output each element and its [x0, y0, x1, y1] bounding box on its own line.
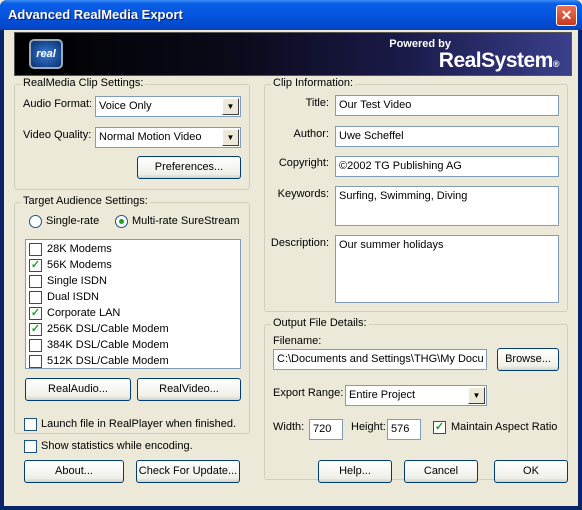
audience-label: Corporate LAN [47, 307, 121, 319]
window-title: Advanced RealMedia Export [8, 7, 183, 22]
audience-checkbox[interactable] [29, 243, 42, 256]
height-value: 576 [391, 423, 410, 435]
chevron-down-icon[interactable]: ▼ [222, 129, 239, 146]
target-audience-label: Target Audience Settings: [21, 195, 150, 207]
brand-mark: ® [552, 59, 560, 69]
close-button[interactable]: ✕ [556, 5, 577, 26]
launch-realplayer-label[interactable]: Launch file in RealPlayer when finished. [41, 418, 236, 430]
show-statistics-label[interactable]: Show statistics while encoding. [41, 440, 193, 452]
width-value: 720 [313, 423, 332, 435]
audience-label: 56K Modems [47, 259, 112, 271]
brand-name: RealSystem [438, 49, 554, 72]
audio-format-label: Audio Format: [23, 98, 93, 110]
single-rate-label[interactable]: Single-rate [46, 215, 99, 227]
audio-format-value: Voice Only [99, 100, 152, 112]
audio-format-select[interactable]: Voice Only ▼ [95, 96, 241, 117]
video-quality-select[interactable]: Normal Motion Video ▼ [95, 127, 241, 148]
dialog-client-area: real Powered by RealSystem® RealMedia Cl… [4, 30, 578, 506]
audience-checkbox[interactable] [29, 275, 42, 288]
target-audience-list[interactable]: 28K Modems ✓ 56K Modems Single ISDN Dual ISD… [25, 239, 241, 369]
description-label: Description: [270, 237, 329, 249]
audience-checkbox[interactable] [29, 355, 42, 368]
export-range-select[interactable]: Entire Project ▼ [345, 385, 487, 406]
description-field[interactable]: Our summer holidays [335, 235, 559, 303]
title-label: Title: [305, 97, 329, 109]
realvideo-button[interactable]: RealVideo... [137, 378, 241, 401]
real-logo: real [29, 39, 63, 69]
export-dialog-window: Advanced RealMedia Export ✕ real Powered… [0, 0, 582, 510]
filename-label: Filename: [273, 335, 322, 347]
audience-label: 28K Modems [47, 243, 112, 255]
clip-settings-label: RealMedia Clip Settings: [21, 77, 146, 89]
title-field[interactable]: Our Test Video [335, 95, 559, 116]
cancel-button[interactable]: Cancel [404, 460, 478, 483]
realsystem-brand: RealSystem® [438, 49, 560, 73]
clip-information-group: Clip Information: Title: Our Test Video … [264, 77, 568, 312]
audience-label: Dual ISDN [47, 291, 99, 303]
audience-checkbox[interactable]: ✓ [29, 259, 42, 272]
description-value: Our summer holidays [339, 239, 444, 251]
audience-checkbox[interactable] [29, 291, 42, 304]
keywords-label: Keywords: [277, 188, 329, 200]
browse-button[interactable]: Browse... [497, 348, 559, 371]
chevron-down-icon[interactable]: ▼ [468, 387, 485, 404]
filename-field[interactable]: C:\Documents and Settings\THG\My Docu [273, 349, 487, 370]
chevron-down-icon[interactable]: ▼ [222, 98, 239, 115]
author-field[interactable]: Uwe Scheffel [335, 126, 559, 147]
height-field[interactable]: 576 [387, 419, 421, 440]
author-value: Uwe Scheffel [339, 130, 404, 142]
width-label: Width: [273, 421, 305, 433]
author-label: Author: [293, 128, 329, 140]
copyright-value: ©2002 TG Publishing AG [339, 160, 462, 172]
preferences-button[interactable]: Preferences... [137, 156, 241, 179]
help-button[interactable]: Help... [318, 460, 392, 483]
maintain-aspect-checkbox[interactable]: ✓ [433, 421, 446, 434]
audience-checkbox[interactable]: ✓ [29, 323, 42, 336]
video-quality-label: Video Quality: [23, 129, 92, 141]
multi-rate-radio[interactable] [115, 215, 128, 228]
target-audience-group: Target Audience Settings: Single-rate Mu… [14, 195, 250, 434]
single-rate-radio[interactable] [29, 215, 42, 228]
video-quality-value: Normal Motion Video [99, 131, 202, 143]
audience-label: 256K DSL/Cable Modem [47, 323, 169, 335]
about-button[interactable]: About... [24, 460, 124, 483]
filename-value: C:\Documents and Settings\THG\My Docu [277, 353, 484, 365]
title-bar[interactable]: Advanced RealMedia Export ✕ [0, 0, 582, 30]
audience-checkbox[interactable]: ✓ [29, 307, 42, 320]
width-field[interactable]: 720 [309, 419, 343, 440]
realsystem-banner: real Powered by RealSystem® [14, 32, 572, 76]
copyright-field[interactable]: ©2002 TG Publishing AG [335, 156, 559, 177]
keywords-value: Surfing, Swimming, Diving [339, 190, 468, 202]
realaudio-button[interactable]: RealAudio... [25, 378, 131, 401]
check-for-update-button[interactable]: Check For Update... [136, 460, 240, 483]
export-range-value: Entire Project [349, 389, 416, 401]
keywords-field[interactable]: Surfing, Swimming, Diving [335, 186, 559, 226]
show-statistics-checkbox[interactable] [24, 440, 37, 453]
clip-information-label: Clip Information: [271, 77, 356, 89]
title-value: Our Test Video [339, 99, 412, 111]
ok-button[interactable]: OK [494, 460, 568, 483]
audience-label: 384K DSL/Cable Modem [47, 339, 169, 351]
audience-label: 512K DSL/Cable Modem [47, 355, 169, 367]
launch-realplayer-checkbox[interactable] [24, 418, 37, 431]
output-file-label: Output File Details: [271, 317, 369, 329]
copyright-label: Copyright: [278, 157, 329, 169]
audience-label: Single ISDN [47, 275, 107, 287]
output-file-group: Output File Details: Filename: C:\Docume… [264, 317, 568, 480]
export-range-label: Export Range: [273, 387, 344, 399]
maintain-aspect-label[interactable]: Maintain Aspect Ratio [451, 421, 557, 433]
audience-checkbox[interactable] [29, 339, 42, 352]
multi-rate-label[interactable]: Multi-rate SureStream [132, 215, 240, 227]
clip-settings-group: RealMedia Clip Settings: Audio Format: V… [14, 77, 250, 190]
height-label: Height: [351, 421, 386, 433]
